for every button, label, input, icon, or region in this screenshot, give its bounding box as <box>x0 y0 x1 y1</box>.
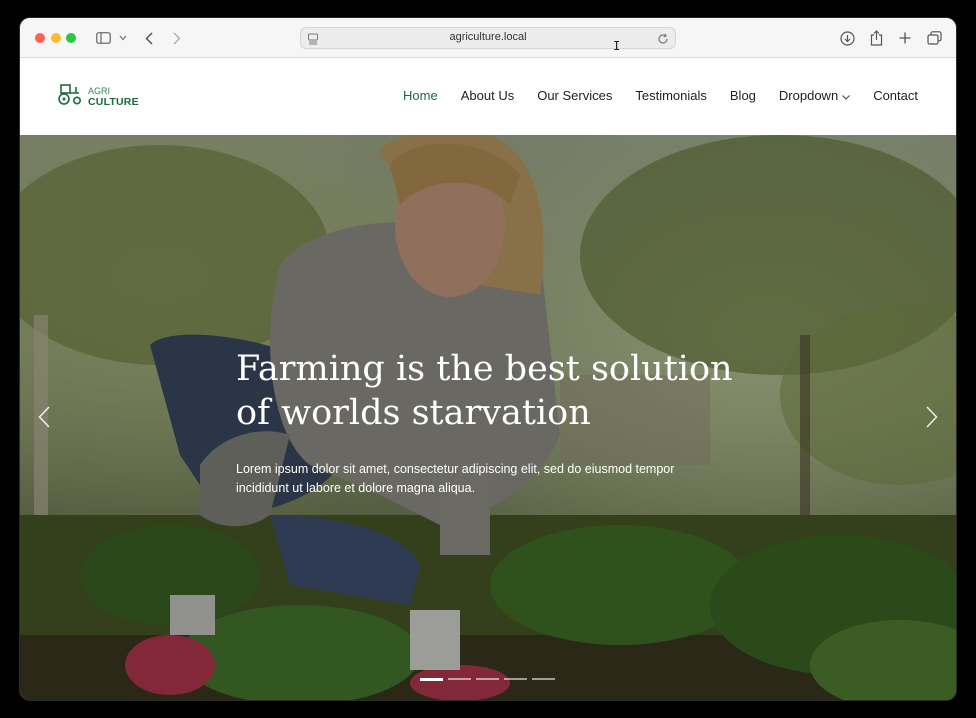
logo-line1: AGRI <box>88 85 111 96</box>
tractor-icon <box>57 83 83 110</box>
nav-item-testimonials[interactable]: Testimonials <box>635 88 707 103</box>
reload-icon[interactable] <box>657 32 669 50</box>
text-cursor-icon: I <box>613 39 621 53</box>
site-header: AGRI CULTURE Home About Us Our Services … <box>20 59 956 135</box>
carousel-indicator[interactable] <box>532 678 555 680</box>
zoom-window-button[interactable] <box>66 33 76 43</box>
carousel-indicator[interactable] <box>420 678 443 681</box>
nav-item-dropdown-label: Dropdown <box>778 88 839 103</box>
nav-item-home[interactable]: Home <box>403 88 438 103</box>
hero-text-line1: Lorem ipsum dolor sit amet, consectetur … <box>236 462 675 476</box>
hero-title: Farming is the best solution of worlds s… <box>236 347 756 435</box>
nav-item-dropdown[interactable]: Dropdown <box>778 88 851 103</box>
minimize-window-button[interactable] <box>51 33 61 43</box>
nav-item-about-us[interactable]: About Us <box>461 88 514 103</box>
download-icon[interactable] <box>838 27 856 49</box>
chevron-down-icon <box>842 88 851 103</box>
hero-title-line2: of worlds starvation <box>236 393 591 433</box>
share-icon[interactable] <box>868 27 884 49</box>
main-nav: Home About Us Our Services Testimonials … <box>380 88 918 103</box>
back-icon[interactable] <box>141 27 157 49</box>
nav-item-our-services[interactable]: Our Services <box>537 88 612 103</box>
plus-icon[interactable] <box>897 27 913 49</box>
chevron-down-icon[interactable] <box>117 27 129 49</box>
forward-icon[interactable] <box>169 27 185 49</box>
nav-item-blog[interactable]: Blog <box>730 88 756 103</box>
hero-text: Lorem ipsum dolor sit amet, consectetur … <box>236 460 716 498</box>
close-window-button[interactable] <box>35 33 45 43</box>
hero-text-line2: incididunt ut labore et dolore magna ali… <box>236 481 476 495</box>
carousel-indicator[interactable] <box>476 678 499 680</box>
browser-toolbar: agriculture.local I <box>20 18 956 58</box>
hero-carousel: Farming is the best solution of worlds s… <box>20 135 956 700</box>
chevron-right-icon <box>926 405 938 433</box>
carousel-prev-button[interactable] <box>32 405 56 433</box>
browser-window: agriculture.local I AGRI CULTURE Home Ab… <box>20 18 956 700</box>
sidebar-icon[interactable] <box>94 27 112 49</box>
hero-title-line1: Farming is the best solution <box>236 349 733 389</box>
chevron-left-icon <box>38 405 50 433</box>
carousel-indicator[interactable] <box>504 678 527 680</box>
carousel-next-button[interactable] <box>920 405 944 433</box>
site-logo[interactable]: AGRI CULTURE <box>57 83 139 110</box>
tabs-icon[interactable] <box>925 27 943 49</box>
carousel-indicators <box>420 678 560 681</box>
nav-item-contact[interactable]: Contact <box>873 88 918 103</box>
logo-line2: CULTURE <box>88 95 139 108</box>
carousel-indicator[interactable] <box>448 678 471 680</box>
